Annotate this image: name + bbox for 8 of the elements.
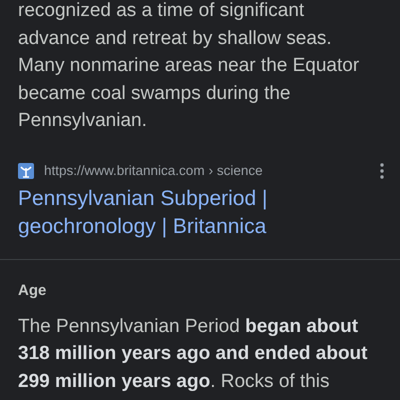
more-options-icon[interactable]: [380, 162, 384, 178]
section-text: The Pennsylvanian Period began about 318 million years ago and ended about 299 million years ago. Rocks of this: [18, 314, 368, 394]
snippet-text: recognized as a time of significant advance and retreat by shallow seas. Many nonmarine areas near the Equator became coal swamps during the Pennsylvanian.: [18, 0, 360, 133]
result-title-link[interactable]: Pennsylvanian Subperiod | geochronology | Britannica: [18, 184, 308, 240]
site-favicon-icon: [18, 162, 34, 178]
section-heading: Age: [18, 282, 48, 298]
result-breadcrumb: › science: [208, 163, 263, 178]
result-url: https://www.britannica.com: [44, 163, 205, 178]
